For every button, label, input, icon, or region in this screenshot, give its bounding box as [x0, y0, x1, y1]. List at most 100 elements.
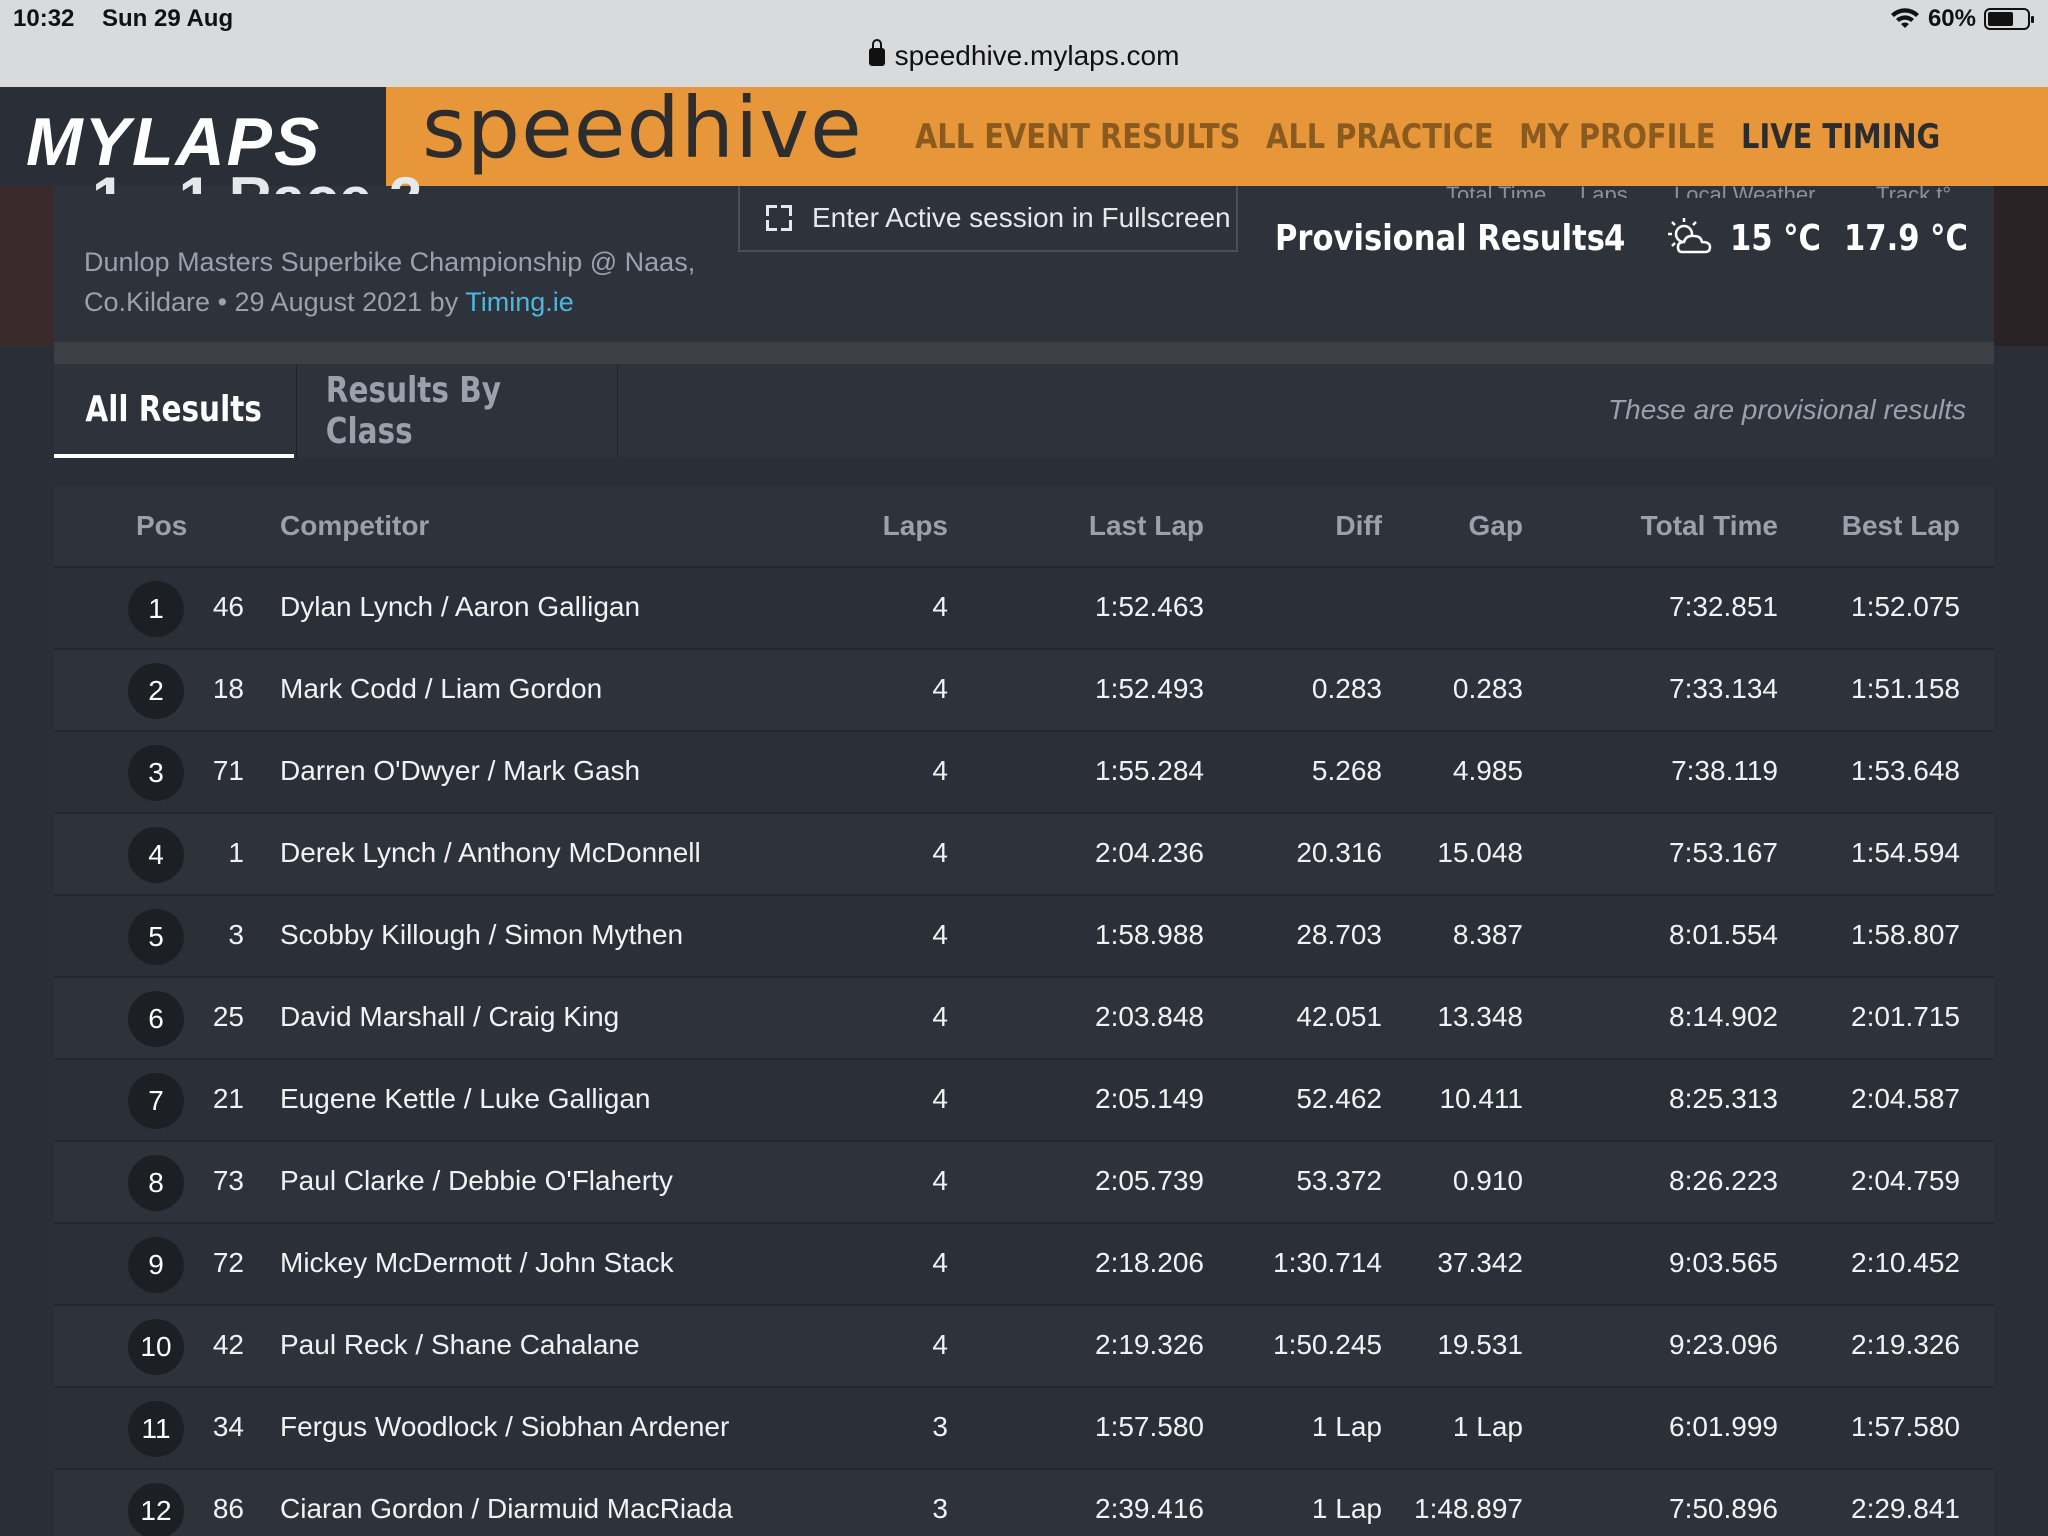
event-subtitle: Dunlop Masters Superbike Championship @ … [84, 242, 784, 322]
gap-cell: 0.910 [1452, 1165, 1523, 1196]
position-badge: 6 [128, 991, 184, 1047]
table-row[interactable]: 8 73 Paul Clarke / Debbie O'Flaherty 4 2:05.… [54, 1142, 1994, 1224]
nav-all-event-results[interactable]: ALL EVENT RESULTS [915, 117, 1241, 157]
organizer-link[interactable]: Timing.ie [465, 287, 574, 317]
diff-cell: 5.268 [1311, 755, 1382, 786]
nav-live-timing[interactable]: LIVE TIMING [1741, 117, 1940, 157]
partly-cloudy-icon [1668, 218, 1712, 254]
total-time-cell: 7:38.119 [1671, 755, 1778, 786]
background-photo-left [0, 186, 54, 346]
last-lap-cell: 2:03.848 [1095, 1001, 1204, 1032]
header-competitor[interactable]: Competitor [280, 510, 429, 542]
best-lap-cell: 1:58.807 [1851, 919, 1960, 950]
laps-cell: 4 [932, 1247, 948, 1278]
laps-label: Laps [1580, 182, 1628, 198]
last-lap-cell: 1:58.988 [1095, 919, 1204, 950]
table-row[interactable]: 5 3 Scobby Killough / Simon Mythen 4 1:58.98… [54, 896, 1994, 978]
last-lap-cell: 1:52.463 [1095, 591, 1204, 622]
position-badge: 10 [128, 1319, 184, 1375]
header-pos[interactable]: Pos [136, 510, 187, 542]
position-badge: 7 [128, 1073, 184, 1129]
header-total-time[interactable]: Total Time [1641, 510, 1778, 542]
last-lap-cell: 2:19.326 [1095, 1329, 1204, 1360]
last-lap-cell: 2:05.149 [1095, 1083, 1204, 1114]
competitor-name: Fergus Woodlock / Siobhan Ardener [280, 1411, 730, 1442]
speedhive-logo[interactable]: speedhive [422, 79, 863, 177]
tab-all-results[interactable]: All Results [54, 364, 294, 458]
background-photo-strip [54, 342, 1994, 364]
table-row[interactable]: 1 46 Dylan Lynch / Aaron Galligan 4 1:52.463… [54, 568, 1994, 650]
table-row[interactable]: 12 86 Ciaran Gordon / Diarmuid MacRiada 3 2:… [54, 1470, 1994, 1536]
session-title: 1 - 1 Race 2 [92, 164, 422, 194]
total-time-cell: 9:23.096 [1669, 1329, 1778, 1360]
laps-cell: 4 [932, 1165, 948, 1196]
best-lap-cell: 1:51.158 [1851, 673, 1960, 704]
diff-cell: 42.051 [1296, 1001, 1382, 1032]
diff-cell: 53.372 [1296, 1165, 1382, 1196]
position-badge: 9 [128, 1237, 184, 1293]
total-time-cell: 7:32.851 [1669, 591, 1778, 622]
car-number: 72 [212, 1247, 244, 1278]
competitor-name: Paul Reck / Shane Cahalane [280, 1329, 640, 1360]
results-tabs: All Results Results By Class These are p… [54, 364, 1994, 458]
header-diff[interactable]: Diff [1335, 510, 1382, 542]
track-temp-label: Track t° [1876, 182, 1952, 198]
best-lap-cell: 2:01.715 [1851, 1001, 1960, 1032]
gap-cell: 37.342 [1437, 1247, 1523, 1278]
header-laps[interactable]: Laps [883, 510, 948, 542]
table-row[interactable]: 10 42 Paul Reck / Shane Cahalane 4 2:19.326 1… [54, 1306, 1994, 1388]
nav-my-profile[interactable]: MY PROFILE [1519, 117, 1715, 157]
table-header: Pos Competitor Laps Last Lap Diff Gap To… [54, 486, 1994, 568]
car-number: 25 [212, 1001, 244, 1032]
fullscreen-label: Enter Active session in Fullscreen [812, 202, 1231, 233]
battery-percent: 60% [1927, 5, 1976, 32]
header-best-lap[interactable]: Best Lap [1842, 510, 1960, 542]
fullscreen-button[interactable]: Enter Active session in Fullscreen [738, 186, 1238, 252]
nav-all-practice[interactable]: ALL PRACTICE [1266, 117, 1494, 157]
session-info-panel: 1 - 1 Race 2 Dunlop Masters Superbike Ch… [54, 165, 1994, 342]
laps-cell: 4 [932, 755, 948, 786]
table-row[interactable]: 4 1 Derek Lynch / Anthony McDonnell 4 2:04.2… [54, 814, 1994, 896]
position-badge: 5 [128, 909, 184, 965]
laps-cell: 4 [932, 1083, 948, 1114]
best-lap-cell: 1:52.075 [1851, 591, 1960, 622]
table-row[interactable]: 11 34 Fergus Woodlock / Siobhan Ardener 3 1:… [54, 1388, 1994, 1470]
table-row[interactable]: 6 25 David Marshall / Craig King 4 2:03.848 4… [54, 978, 1994, 1060]
car-number: 1 [228, 837, 244, 868]
table-row[interactable]: 2 18 Mark Codd / Liam Gordon 4 1:52.493 0.283… [54, 650, 1994, 732]
diff-cell: 1 Lap [1311, 1411, 1382, 1442]
table-row[interactable]: 7 21 Eugene Kettle / Luke Galligan 4 2:05.14… [54, 1060, 1994, 1142]
gap-cell: 13.348 [1437, 1001, 1523, 1032]
table-row[interactable]: 9 72 Mickey McDermott / John Stack 4 2:18.20… [54, 1224, 1994, 1306]
url-text: speedhive.mylaps.com [894, 40, 1180, 71]
position-badge: 8 [128, 1155, 184, 1211]
lock-icon [868, 39, 885, 66]
diff-cell: 52.462 [1296, 1083, 1382, 1114]
tab-all-results-label: All Results [85, 388, 263, 430]
laps-cell: 3 [932, 1493, 948, 1524]
diff-cell: 1:30.714 [1273, 1247, 1382, 1278]
date: Sun 29 Aug [102, 5, 234, 32]
best-lap-cell: 2:19.326 [1851, 1329, 1960, 1360]
gap-cell: 4.985 [1452, 755, 1523, 786]
car-number: 18 [212, 673, 244, 704]
header-gap[interactable]: Gap [1469, 510, 1523, 542]
status-icons: 60% [1890, 5, 2034, 33]
competitor-name: Darren O'Dwyer / Mark Gash [280, 755, 641, 786]
diff-cell: 28.703 [1296, 919, 1382, 950]
car-number: 34 [212, 1411, 244, 1442]
ios-status-bar: 10:32 Sun 29 Aug 60% speedhive.mylaps.co… [0, 0, 2048, 87]
competitor-name: Mickey McDermott / John Stack [280, 1247, 674, 1278]
total-time-cell: 7:53.167 [1669, 837, 1778, 868]
tab-results-by-class[interactable]: Results By Class [296, 364, 618, 458]
car-number: 71 [212, 755, 244, 786]
last-lap-cell: 2:18.206 [1095, 1247, 1204, 1278]
header-last-lap[interactable]: Last Lap [1089, 510, 1204, 542]
car-number: 86 [212, 1493, 244, 1524]
total-time-cell: 7:33.134 [1669, 673, 1778, 704]
address-bar[interactable]: speedhive.mylaps.com [0, 39, 2048, 72]
table-row[interactable]: 3 71 Darren O'Dwyer / Mark Gash 4 1:55.284 5.… [54, 732, 1994, 814]
competitor-name: Eugene Kettle / Luke Galligan [280, 1083, 651, 1114]
diff-cell: 0.283 [1311, 673, 1382, 704]
competitor-name: Paul Clarke / Debbie O'Flaherty [280, 1165, 673, 1196]
